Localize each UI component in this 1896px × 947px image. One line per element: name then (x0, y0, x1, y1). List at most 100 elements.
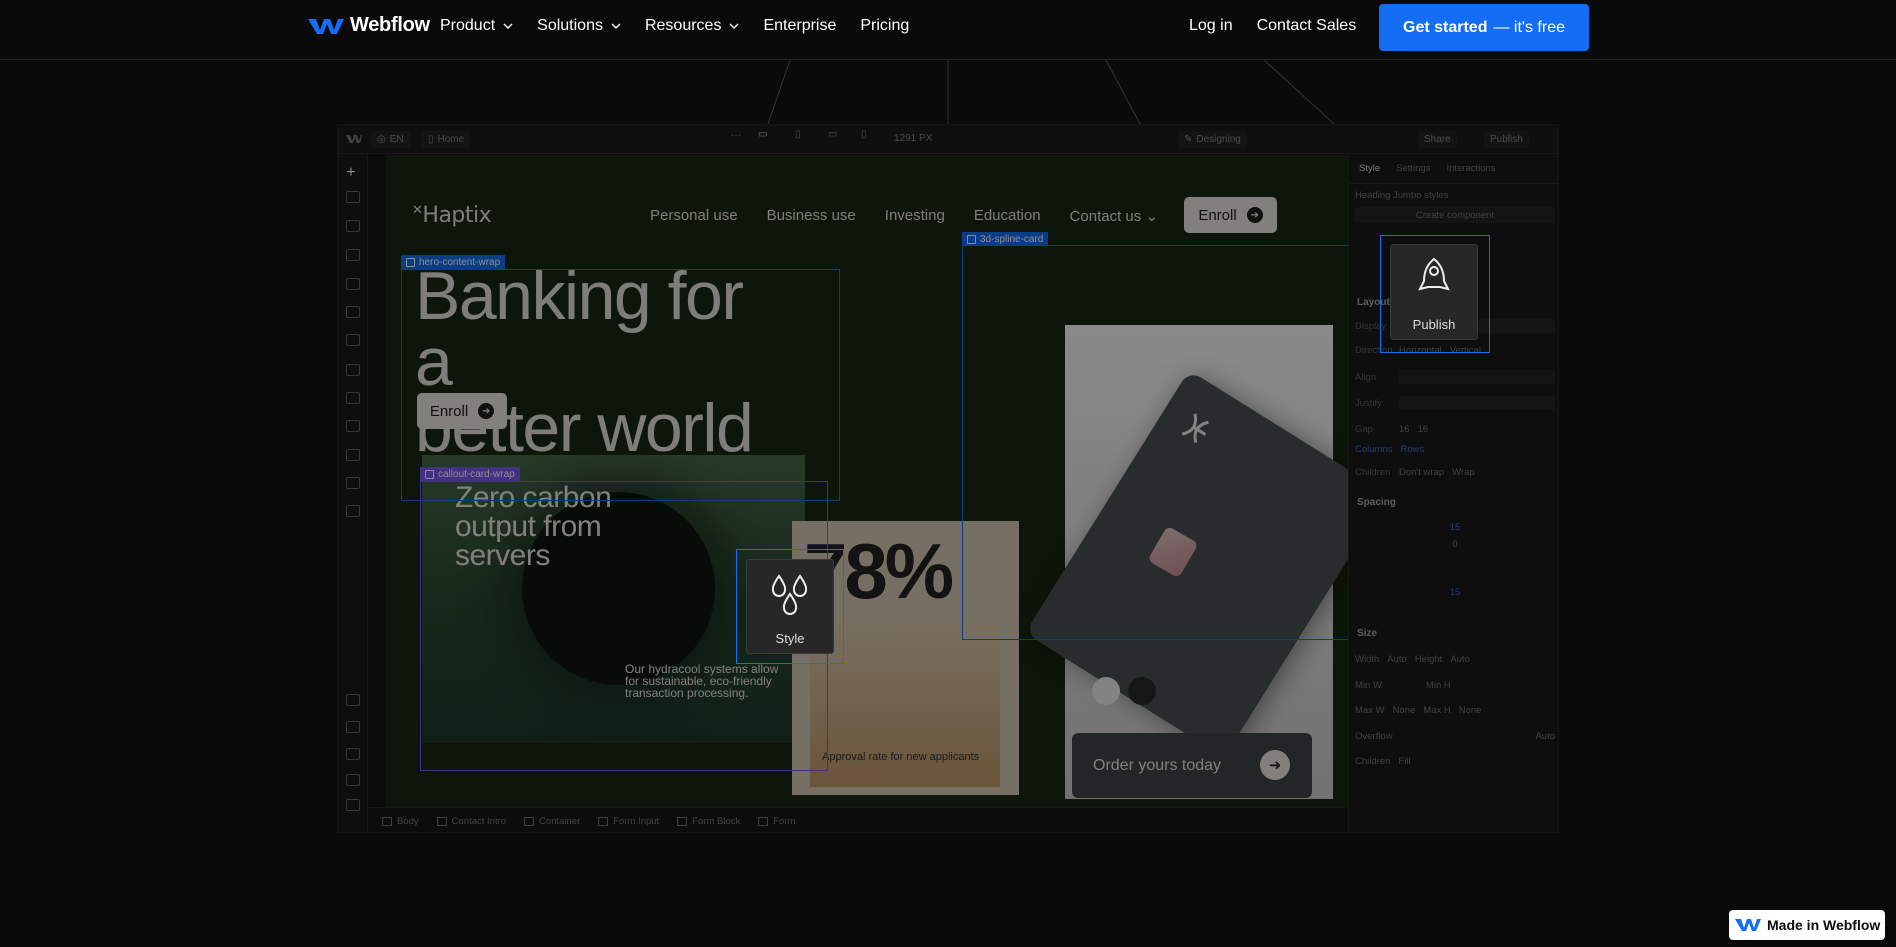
cms-icon[interactable] (346, 364, 360, 376)
users-icon[interactable] (346, 420, 360, 432)
cta-rest-label: — it's free (1493, 18, 1565, 36)
size-section-title[interactable]: Size (1357, 628, 1377, 639)
ecommerce-icon[interactable] (346, 449, 360, 461)
badge-label: Made in Webflow (1767, 917, 1881, 933)
decorative-lines (767, 60, 1335, 125)
heading-style-label: Heading Jumbo styles (1355, 189, 1449, 201)
nav-enterprise[interactable]: Enterprise (763, 17, 836, 35)
publish-button[interactable]: Publish (1484, 131, 1529, 148)
more-icon[interactable]: ··· (731, 130, 741, 141)
tab-interactions[interactable]: Interactions (1446, 163, 1495, 174)
webflow-logo[interactable]: Webflow (308, 14, 430, 37)
align-options[interactable] (1399, 370, 1555, 384)
breadcrumb-item[interactable]: Form Block (677, 816, 740, 827)
overflow-auto-option[interactable]: Auto (1535, 731, 1555, 742)
width-input[interactable]: Auto (1387, 654, 1407, 665)
checklist-icon[interactable] (346, 748, 360, 760)
login-link[interactable]: Log in (1189, 17, 1233, 35)
nav-pricing[interactable]: Pricing (860, 17, 909, 35)
page-label: Home (437, 134, 465, 145)
swatch-black[interactable] (1128, 677, 1156, 705)
audit-icon[interactable] (346, 505, 360, 517)
breadcrumb-item[interactable]: Container (524, 816, 580, 827)
pages-icon[interactable] (346, 191, 360, 203)
webflow-menu-icon[interactable] (346, 134, 362, 144)
haptix-nav-personal[interactable]: Personal use (650, 207, 738, 225)
card-selection-label[interactable]: 3d-spline-card (962, 232, 1049, 246)
justify-options[interactable] (1399, 396, 1555, 410)
video-icon[interactable] (346, 799, 360, 811)
gap-column-input[interactable]: 16 (1399, 424, 1410, 435)
gap-row-input[interactable]: 16 (1418, 424, 1429, 435)
navigator-icon[interactable] (346, 220, 360, 232)
landscape-breakpoint-icon[interactable]: ▭ (828, 129, 837, 140)
haptix-nav-business[interactable]: Business use (767, 207, 856, 225)
nav-solutions[interactable]: Solutions (537, 17, 621, 35)
min-width-label: Min W (1355, 679, 1382, 691)
padding-top-value[interactable]: 0 (1355, 536, 1555, 552)
help-icon[interactable] (346, 721, 360, 733)
gap-labels: Columns Rows (1355, 441, 1555, 457)
max-width-label: Max W (1355, 704, 1385, 716)
breadcrumb-item[interactable]: Body (382, 816, 419, 827)
locale-label: EN (389, 134, 404, 145)
assets-icon[interactable] (346, 334, 360, 346)
haptix-nav: Personal use Business use Investing Educ… (650, 207, 1158, 225)
children-fill-select[interactable]: Fill (1398, 756, 1410, 767)
spacing-section-title[interactable]: Spacing (1357, 497, 1396, 508)
settings-icon[interactable] (346, 694, 360, 706)
overflow-label: Overflow (1355, 730, 1393, 742)
contact-sales-link[interactable]: Contact Sales (1257, 17, 1357, 35)
apps-icon[interactable] (346, 477, 360, 489)
hero-selection-label[interactable]: hero-content-wrap (401, 255, 506, 269)
brush-icon: ✎ (1184, 134, 1193, 145)
swatch-white[interactable] (1092, 677, 1120, 705)
haptix-logo[interactable]: ✕Haptix (412, 203, 492, 228)
margin-bottom-value[interactable]: 15 (1355, 584, 1555, 600)
page-selector[interactable]: ▯ Home (422, 131, 471, 148)
breadcrumb-item[interactable]: Form (758, 816, 795, 827)
desktop-breakpoint-icon[interactable]: ▭ (758, 129, 767, 140)
nav-resources-label: Resources (644, 17, 722, 34)
dont-wrap-option[interactable]: Don't wrap (1399, 467, 1444, 478)
styles-icon[interactable] (346, 306, 360, 318)
locale-selector[interactable]: ◎ EN (371, 131, 410, 148)
haptix-nav-contact[interactable]: Contact us ⌄ (1070, 207, 1158, 225)
gap-label: Gap (1355, 423, 1373, 435)
wrap-option[interactable]: Wrap (1452, 467, 1475, 478)
heading-style-row[interactable]: Heading Jumbo styles (1355, 187, 1555, 203)
tab-settings[interactable]: Settings (1396, 163, 1430, 174)
webflow-logo-icon (308, 18, 344, 34)
brand-name: Webflow (350, 14, 430, 36)
height-input[interactable]: Auto (1450, 654, 1470, 665)
haptix-nav-education[interactable]: Education (974, 207, 1041, 225)
components-icon[interactable] (346, 249, 360, 261)
haptix-enroll-button[interactable]: Enroll ➜ (1184, 197, 1277, 233)
nav-resources[interactable]: Resources (645, 17, 739, 35)
add-icon[interactable]: + (346, 164, 360, 181)
callout-selection-label[interactable]: callout-card-wrap (420, 467, 520, 481)
variables-icon[interactable] (346, 278, 360, 290)
breadcrumb-item[interactable]: Contact Intro (437, 816, 506, 827)
max-height-input[interactable]: None (1459, 705, 1482, 716)
tablet-breakpoint-icon[interactable]: ▯ (795, 129, 801, 140)
get-started-button[interactable]: Get started — it's free (1379, 4, 1589, 51)
max-width-input[interactable]: None (1393, 705, 1416, 716)
search-icon[interactable] (346, 774, 360, 786)
max-height-label: Max H (1423, 704, 1451, 716)
breadcrumb-item[interactable]: Form Input (598, 816, 659, 827)
share-button[interactable]: Share (1418, 131, 1457, 148)
haptix-nav-investing[interactable]: Investing (885, 207, 945, 225)
mode-selector[interactable]: ✎ Designing (1178, 131, 1247, 148)
mobile-breakpoint-icon[interactable]: ▯ (861, 129, 867, 140)
tab-style[interactable]: Style (1359, 163, 1380, 174)
margin-top-value[interactable]: 15 (1355, 519, 1555, 535)
nav-product[interactable]: Product (440, 17, 513, 35)
create-component-button[interactable]: Create component (1355, 207, 1555, 223)
made-in-webflow-badge[interactable]: Made in Webflow (1729, 910, 1885, 940)
webflow-logo-icon (1735, 919, 1761, 931)
logic-icon[interactable] (346, 392, 360, 404)
left-toolbar: + (338, 154, 368, 832)
design-canvas[interactable]: ✕Haptix Personal use Business use Invest… (385, 155, 1350, 807)
order-cta-button[interactable]: Order yours today ➜ (1072, 733, 1312, 798)
